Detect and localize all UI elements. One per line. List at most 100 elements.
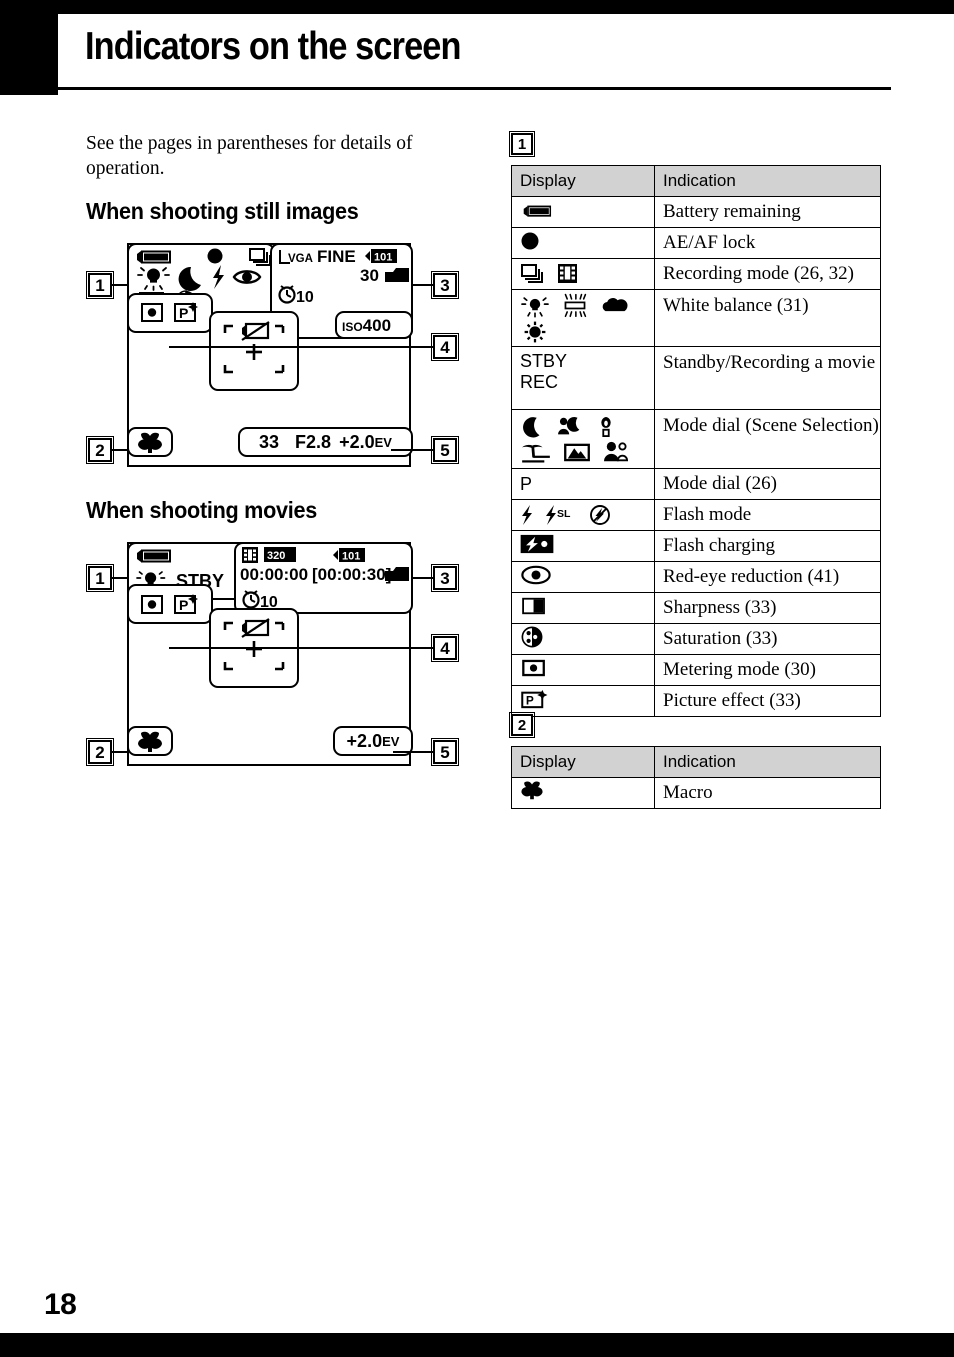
table-row: Metering mode (30) <box>511 654 881 686</box>
indication-cell: Picture effect (33) <box>654 685 881 717</box>
table-2-header-indication: Indication <box>654 746 881 778</box>
leader-5-movie <box>393 751 433 753</box>
table-2-header-row: Display Indication <box>511 746 881 778</box>
table-row: Macro <box>511 777 881 809</box>
iso-label: ISO <box>342 320 363 334</box>
table-row: Mode dial (Scene Selection) <box>511 409 881 469</box>
mode-dial-p-text: P <box>520 473 533 494</box>
page-number: 18 <box>44 1288 77 1321</box>
section-heading-movies: When shooting movies <box>86 497 317 523</box>
indication-cell: Flash mode <box>654 499 881 531</box>
display-cell <box>511 258 655 290</box>
macro-flower-icon <box>521 781 543 799</box>
table-1-header-row: Display Indication <box>511 165 881 197</box>
leader-3-movie <box>411 577 433 579</box>
indicator-table-1: Display Indication Battery remaining AE/… <box>511 165 881 717</box>
table-1-header-indication: Indication <box>654 165 881 197</box>
picture-effect-icon: P <box>174 302 198 322</box>
table-row: STBY REC Standby/Recording a movie <box>511 346 881 410</box>
scene-soft-snap-icon <box>604 441 629 461</box>
stby-rec-text: STBY REC <box>520 351 568 392</box>
indication-cell: Recording mode (26, 32) <box>654 258 881 290</box>
callout-2-movie: 2 <box>86 738 114 766</box>
still-iso-group: ISO400 <box>335 311 413 339</box>
indication-cell: Sharpness (33) <box>654 592 881 624</box>
spot-metering-cross <box>246 641 262 657</box>
still-group-2 <box>127 427 173 457</box>
wb-daylight-icon <box>524 321 546 342</box>
table-row: Recording mode (26, 32) <box>511 258 881 290</box>
burst-mode-icon <box>521 264 543 283</box>
movie-group-2 <box>127 726 173 756</box>
leader-3-still <box>411 284 433 286</box>
table-number-1: 1 <box>509 131 535 157</box>
self-timer-icon: 10 <box>242 590 278 610</box>
table-row: Saturation (33) <box>511 623 881 655</box>
intro-paragraph: See the pages in parentheses for details… <box>86 133 413 179</box>
vibration-warning-icon <box>241 618 270 638</box>
indication-cell: Flash charging <box>654 530 881 562</box>
movie-group-3: 320 101 00:00:00 [00:00:30] 10 <box>234 542 413 614</box>
table-row: SL Flash mode <box>511 499 881 531</box>
display-cell: STBY REC <box>511 346 655 410</box>
table-row: Battery remaining <box>511 196 881 228</box>
indication-cell: Mode dial (Scene Selection) <box>654 409 881 469</box>
display-cell <box>511 592 655 624</box>
callout-1-still: 1 <box>86 271 114 299</box>
svg-text:P: P <box>179 305 188 321</box>
callout-5-movie: 5 <box>431 738 459 766</box>
page-corner-block <box>0 14 58 95</box>
scene-twilight-portrait-icon <box>558 416 580 434</box>
display-cell <box>511 289 655 347</box>
svg-text:101: 101 <box>374 252 392 264</box>
title-rule <box>58 87 891 90</box>
page-top-bar <box>0 0 954 14</box>
still-group-5: 33 F2.8 +2.0 EV <box>238 427 413 457</box>
table-row: AE/AF lock <box>511 227 881 259</box>
table-row: White balance (31) <box>511 289 881 347</box>
page-title: Indicators on the screen <box>85 25 461 68</box>
movie-mode-icon <box>242 547 258 563</box>
callout-3-movie: 3 <box>431 564 459 592</box>
svg-text:VGA: VGA <box>288 253 313 265</box>
indicator-table-2: Display Indication Macro <box>511 746 881 809</box>
leader-1-movie <box>112 577 129 579</box>
callout-4-movie: 4 <box>431 634 459 662</box>
wb-fluorescent-icon <box>564 293 587 317</box>
image-size-vga-icon: VGA <box>279 250 313 265</box>
picture-effect-icon: P <box>174 594 198 614</box>
display-cell <box>511 196 655 228</box>
red-eye-icon <box>521 565 551 584</box>
folder-number-icon: 101 <box>365 249 397 264</box>
display-cell: SL <box>511 499 655 531</box>
indication-cell: Saturation (33) <box>654 623 881 655</box>
table-row: Red-eye reduction (41) <box>511 561 881 593</box>
metering-mode-icon <box>141 595 163 614</box>
leader-4-still <box>169 346 433 348</box>
table-2-header-display: Display <box>511 746 655 778</box>
still-group-1-lower: P <box>127 293 213 333</box>
table-number-2: 2 <box>509 712 535 738</box>
svg-text:320: 320 <box>267 550 285 562</box>
table-row: P Mode dial (26) <box>511 468 881 500</box>
flash-slow-sync-icon: SL <box>546 505 571 525</box>
iso-value: 400 <box>362 316 392 335</box>
battery-icon <box>523 205 552 217</box>
still-ev-value: +2.0 <box>339 431 375 452</box>
wb-cloudy-icon <box>602 297 628 311</box>
movie-mode-icon <box>558 264 577 283</box>
movie-remaining-time: [00:00:30] <box>312 565 392 584</box>
indication-cell: Macro <box>654 777 881 809</box>
metering-mode-icon <box>522 659 545 676</box>
scene-candle-icon <box>601 416 611 437</box>
flash-off-icon <box>590 505 610 525</box>
flash-charging-icon <box>520 534 554 553</box>
flash-icon <box>213 265 224 289</box>
vibration-warning-icon <box>241 321 270 341</box>
movie-ev-value: +2.0 <box>346 730 383 751</box>
ae-af-lock-dot <box>521 232 539 249</box>
display-cell <box>511 623 655 655</box>
still-self-timer: 10 <box>276 283 320 310</box>
sharpness-icon <box>522 597 545 614</box>
indication-cell: Battery remaining <box>654 196 881 228</box>
